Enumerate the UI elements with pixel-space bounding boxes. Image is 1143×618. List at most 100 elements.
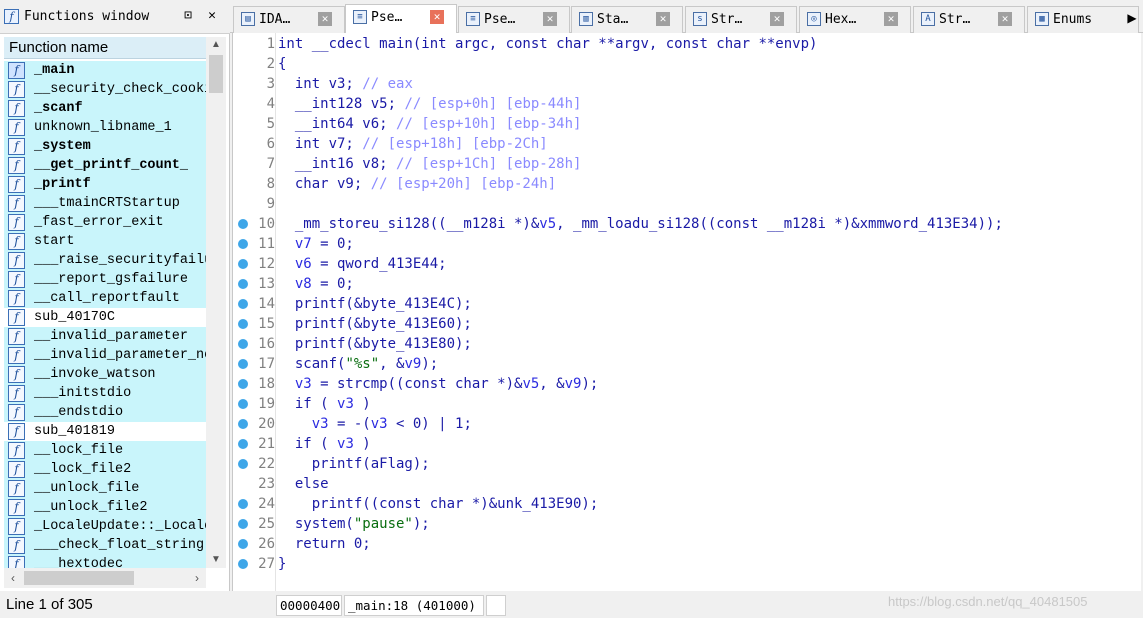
tab-close-icon[interactable]: ✕ — [543, 12, 557, 26]
code-line[interactable]: 3 int v3; // eax — [233, 74, 1141, 94]
function-list-item[interactable]: f ___initstdio — [4, 384, 206, 403]
code-line[interactable]: 22 printf(aFlag); — [233, 454, 1141, 474]
breakpoint-marker-icon[interactable] — [238, 459, 248, 469]
breakpoint-marker-icon[interactable] — [238, 559, 248, 569]
tab-hex-view[interactable]: ◎ Hex… ✕ — [799, 6, 911, 33]
function-list-item[interactable]: f __invalid_parameter — [4, 327, 206, 346]
tab-close-icon[interactable]: ✕ — [430, 10, 444, 24]
breakpoint-marker-icon[interactable] — [238, 439, 248, 449]
code-line[interactable]: 24 printf((const char *)&unk_413E90); — [233, 494, 1141, 514]
breakpoint-marker-icon[interactable] — [238, 339, 248, 349]
code-line[interactable]: 18 v3 = strcmp((const char *)&v5, &v9); — [233, 374, 1141, 394]
code-line[interactable]: 10 _mm_storeu_si128((__m128i *)&v5, _mm_… — [233, 214, 1141, 234]
tab-close-icon[interactable]: ✕ — [998, 12, 1012, 26]
scroll-down-icon[interactable]: ▼ — [206, 552, 226, 568]
function-list-item[interactable]: f _fast_error_exit — [4, 213, 206, 232]
code-line[interactable]: 25 system("pause"); — [233, 514, 1141, 534]
code-line[interactable]: 9 — [233, 194, 1141, 214]
code-line[interactable]: 12 v6 = qword_413E44; — [233, 254, 1141, 274]
function-list-item[interactable]: f ___check_float_string — [4, 536, 206, 555]
code-line[interactable]: 16 printf(&byte_413E80); — [233, 334, 1141, 354]
code-line[interactable]: 21 if ( v3 ) — [233, 434, 1141, 454]
scroll-left-icon[interactable]: ‹ — [4, 568, 22, 588]
breakpoint-marker-icon[interactable] — [238, 499, 248, 509]
code-token: scanf( — [278, 356, 346, 372]
breakpoint-marker-icon[interactable] — [238, 299, 248, 309]
scrollbar-thumb[interactable] — [209, 55, 223, 93]
function-list-item[interactable]: f __get_printf_count_ — [4, 156, 206, 175]
code-line[interactable]: 23 else — [233, 474, 1141, 494]
breakpoint-marker-icon[interactable] — [238, 279, 248, 289]
tab-scroll-right-icon[interactable]: ▶ — [1123, 8, 1141, 28]
function-list-item[interactable]: f _system — [4, 137, 206, 156]
tab-pseudocode[interactable]: ≡ Pse… ✕ — [345, 4, 457, 34]
code-line[interactable]: 8 char v9; // [esp+20h] [ebp-24h] — [233, 174, 1141, 194]
tab-structures[interactable]: A Str… ✕ — [913, 6, 1025, 33]
breakpoint-marker-icon[interactable] — [238, 539, 248, 549]
close-icon[interactable]: ✕ — [204, 8, 220, 24]
function-list-item[interactable]: f start — [4, 232, 206, 251]
function-list-item[interactable]: f __lock_file2 — [4, 460, 206, 479]
tab-close-icon[interactable]: ✕ — [884, 12, 898, 26]
code-line[interactable]: 19 if ( v3 ) — [233, 394, 1141, 414]
function-list-item[interactable]: f ___endstdio — [4, 403, 206, 422]
tab-close-icon[interactable]: ✕ — [770, 12, 784, 26]
function-list-item[interactable]: f _main — [4, 61, 206, 80]
tab-close-icon[interactable]: ✕ — [318, 12, 332, 26]
tab-pseudocode[interactable]: ≡ Pse… ✕ — [458, 6, 570, 33]
function-list-item[interactable]: f __lock_file — [4, 441, 206, 460]
code-line[interactable]: 2{ — [233, 54, 1141, 74]
code-line[interactable]: 11 v7 = 0; — [233, 234, 1141, 254]
function-list-item[interactable]: f ___raise_securityfailu — [4, 251, 206, 270]
code-line[interactable]: 20 v3 = -(v3 < 0) | 1; — [233, 414, 1141, 434]
scrollbar-thumb[interactable] — [24, 571, 134, 585]
breakpoint-marker-icon[interactable] — [238, 379, 248, 389]
code-line[interactable]: 7 __int16 v8; // [esp+1Ch] [ebp-28h] — [233, 154, 1141, 174]
function-list-item[interactable]: f _printf — [4, 175, 206, 194]
breakpoint-marker-icon[interactable] — [238, 219, 248, 229]
tab-ida-view[interactable]: ▤ IDA… ✕ — [233, 6, 345, 33]
function-list-item[interactable]: f _scanf — [4, 99, 206, 118]
function-list-vertical-scrollbar[interactable]: ▲ ▼ — [206, 37, 226, 568]
function-list-item[interactable]: f __invalid_parameter_nc — [4, 346, 206, 365]
breakpoint-marker-icon[interactable] — [238, 239, 248, 249]
functions-status: Line 1 of 305 — [0, 591, 230, 618]
breakpoint-marker-icon[interactable] — [238, 519, 248, 529]
code-line[interactable]: 26 return 0; — [233, 534, 1141, 554]
breakpoint-marker-icon[interactable] — [238, 419, 248, 429]
breakpoint-marker-icon[interactable] — [238, 319, 248, 329]
code-line[interactable]: 6 int v7; // [esp+18h] [ebp-2Ch] — [233, 134, 1141, 154]
function-list-item[interactable]: f unknown_libname_1 — [4, 118, 206, 137]
code-line[interactable]: 15 printf(&byte_413E60); — [233, 314, 1141, 334]
code-line[interactable]: 4 __int128 v5; // [esp+0h] [ebp-44h] — [233, 94, 1141, 114]
code-line[interactable]: 5 __int64 v6; // [esp+10h] [ebp-34h] — [233, 114, 1141, 134]
breakpoint-marker-icon[interactable] — [238, 259, 248, 269]
tab-stack[interactable]: ▥ Sta… ✕ — [571, 6, 683, 33]
scroll-right-icon[interactable]: › — [188, 568, 206, 588]
function-list-item[interactable]: f ___report_gsfailure — [4, 270, 206, 289]
scroll-up-icon[interactable]: ▲ — [206, 37, 226, 53]
pseudocode-view[interactable]: 1 int __cdecl main(int argc, const char *… — [232, 33, 1141, 591]
function-name-column-header[interactable]: Function name — [4, 37, 206, 59]
code-line[interactable]: 1 int __cdecl main(int argc, const char *… — [233, 34, 1141, 54]
function-list-item[interactable]: f __unlock_file2 — [4, 498, 206, 517]
function-list-item[interactable]: f __call_reportfault — [4, 289, 206, 308]
tab-close-icon[interactable]: ✕ — [656, 12, 670, 26]
tab-strings[interactable]: s Str… ✕ — [685, 6, 797, 33]
function-list-horizontal-scrollbar[interactable]: ‹ › — [4, 568, 206, 588]
function-list-item[interactable]: f __security_check_cooki — [4, 80, 206, 99]
pin-icon[interactable]: ⊡ — [180, 8, 196, 24]
breakpoint-marker-icon[interactable] — [238, 399, 248, 409]
function-list-item[interactable]: f ___hextodec — [4, 555, 206, 568]
code-line[interactable]: 17 scanf("%s", &v9); — [233, 354, 1141, 374]
function-list-item[interactable]: f __unlock_file — [4, 479, 206, 498]
function-list-item[interactable]: f sub_40170C — [4, 308, 206, 327]
function-list-item[interactable]: f _LocaleUpdate::_Locale — [4, 517, 206, 536]
function-list-item[interactable]: f __invoke_watson — [4, 365, 206, 384]
code-line[interactable]: 13 v8 = 0; — [233, 274, 1141, 294]
code-line[interactable]: 27} — [233, 554, 1141, 574]
function-list-item[interactable]: f sub_401819 — [4, 422, 206, 441]
breakpoint-marker-icon[interactable] — [238, 359, 248, 369]
function-list-item[interactable]: f ___tmainCRTStartup — [4, 194, 206, 213]
code-line[interactable]: 14 printf(&byte_413E4C); — [233, 294, 1141, 314]
